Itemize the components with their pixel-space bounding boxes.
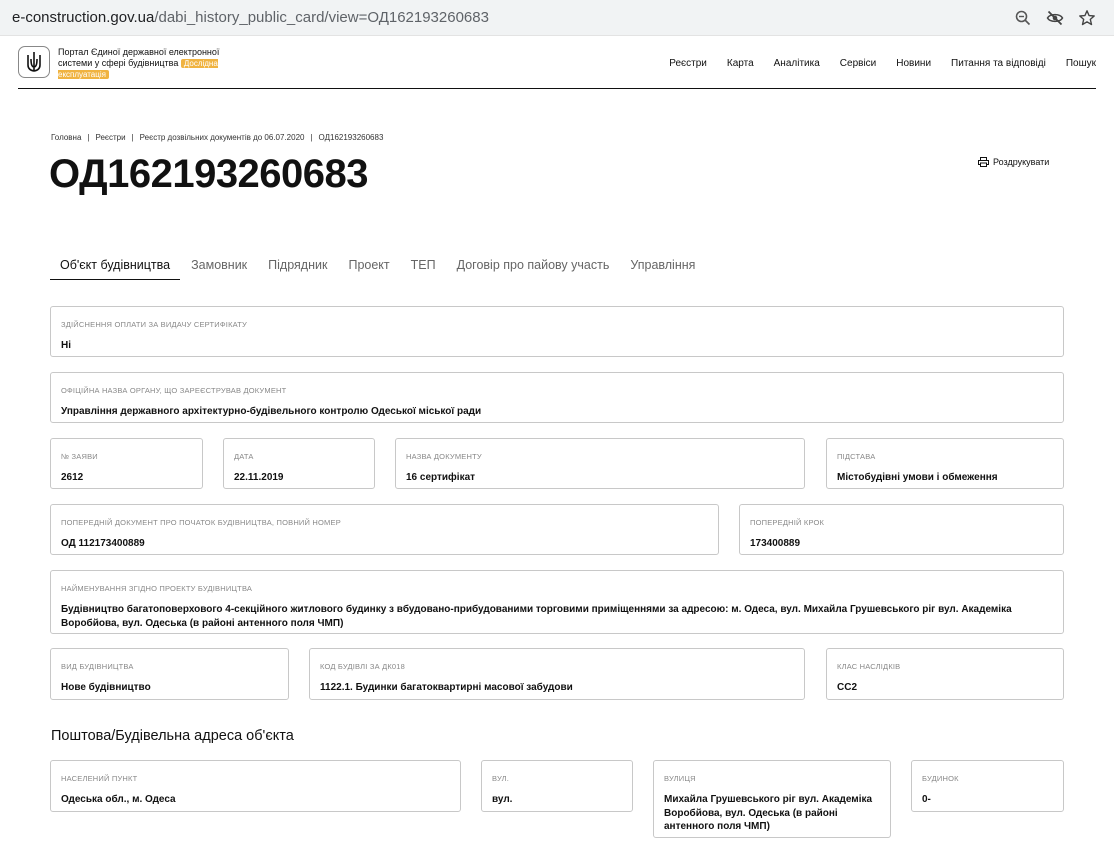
- field-value: Управління державного архітектурно-будів…: [61, 406, 482, 417]
- print-button[interactable]: Роздрукувати: [978, 157, 1049, 167]
- url-path: /dabi_history_public_card/view=ОД1621932…: [154, 9, 489, 26]
- browser-address-bar[interactable]: e-construction.gov.ua/dabi_history_publi…: [0, 0, 1114, 36]
- project-name-field: Найменування згідно проекту будівництва …: [50, 570, 1064, 634]
- basis-field: Підстава Містобудівні умови і обмеження: [826, 438, 1064, 489]
- field-label: Вул.: [492, 774, 510, 783]
- breadcrumb-current: ОД162193260683: [318, 133, 384, 142]
- field-label: Офіційна назва органу, що зареєстрував д…: [61, 386, 287, 395]
- payment-field: Здійснення оплати за видачу сертифікату …: [50, 306, 1064, 357]
- field-value: ОД 112173400889: [61, 538, 145, 549]
- field-label: Вид будівництва: [61, 662, 134, 671]
- nav-map[interactable]: Карта: [727, 58, 754, 69]
- address-section-title: Поштова/Будівельна адреса об'єкта: [51, 728, 294, 744]
- main-nav: Реєстри Карта Аналітика Сервіси Новини П…: [649, 58, 1096, 69]
- street-field: Вулиця Михайла Грушевського ріг вул. Ака…: [653, 760, 891, 838]
- breadcrumb-home[interactable]: Головна: [51, 133, 81, 142]
- trident-logo-icon[interactable]: [18, 46, 50, 78]
- field-label: Клас наслідків: [837, 662, 901, 671]
- field-value: Ні: [61, 340, 71, 351]
- field-label: № заяви: [61, 452, 98, 461]
- field-value: 16 сертифікат: [406, 472, 476, 483]
- zoom-icon[interactable]: [1014, 9, 1032, 27]
- date-field: Дата 22.11.2019: [223, 438, 375, 489]
- field-value: 1122.1. Будинки багатоквартирні масової …: [320, 682, 573, 693]
- locality-field: Населений пункт Одеська обл., м. Одеса: [50, 760, 461, 812]
- document-name-field: Назва документу 16 сертифікат: [395, 438, 805, 489]
- bookmark-star-icon[interactable]: [1078, 9, 1096, 27]
- field-value: 2612: [61, 472, 84, 483]
- tab-project[interactable]: Проект: [338, 256, 399, 280]
- tab-management[interactable]: Управління: [620, 256, 705, 280]
- site-header: Портал Єдиної державної електронної сист…: [18, 44, 1096, 89]
- field-label: Найменування згідно проекту будівництва: [61, 584, 253, 593]
- field-value: 173400889: [750, 538, 801, 549]
- breadcrumb-permit-registry[interactable]: Реєстр дозвільних документів до 06.07.20…: [140, 133, 305, 142]
- building-number-field: Будинок 0-: [911, 760, 1064, 812]
- breadcrumb-registries[interactable]: Реєстри: [95, 133, 125, 142]
- field-label: Попередній документ про початок будівниц…: [61, 518, 341, 527]
- field-value: СС2: [837, 682, 858, 693]
- field-value: Містобудівні умови і обмеження: [837, 472, 998, 483]
- nav-analytics[interactable]: Аналітика: [774, 58, 820, 69]
- field-label: Населений пункт: [61, 774, 138, 783]
- authority-field: Офіційна назва органу, що зареєстрував д…: [50, 372, 1064, 423]
- field-value: 0-: [922, 794, 931, 805]
- construction-type-field: Вид будівництва Нове будівництво: [50, 648, 289, 700]
- field-label: Назва документу: [406, 452, 482, 461]
- field-label: Попередній крок: [750, 518, 825, 527]
- nav-search[interactable]: Пошук: [1066, 58, 1096, 69]
- page-title: ОД162193260683: [49, 152, 369, 196]
- field-value: Нове будівництво: [61, 682, 151, 693]
- tab-tep[interactable]: ТЕП: [401, 256, 446, 280]
- url-host: e-construction.gov.ua: [12, 9, 155, 26]
- consequence-class-field: Клас наслідків СС2: [826, 648, 1064, 700]
- field-value: Михайла Грушевського ріг вул. Академіка …: [664, 794, 873, 832]
- field-label: Підстава: [837, 452, 876, 461]
- tab-share-agreement[interactable]: Договір про пайову участь: [447, 256, 620, 280]
- nav-registries[interactable]: Реєстри: [669, 58, 707, 69]
- nav-services[interactable]: Сервіси: [840, 58, 876, 69]
- field-label: Дата: [234, 452, 254, 461]
- breadcrumb: Головна | Реєстри | Реєстр дозвільних докуме…: [51, 133, 384, 142]
- portal-title[interactable]: Портал Єдиної державної електронної сист…: [58, 47, 228, 81]
- url-text[interactable]: e-construction.gov.ua/dabi_history_publi…: [12, 9, 489, 26]
- street-type-field: Вул. вул.: [481, 760, 633, 812]
- tab-object[interactable]: Об'єкт будівництва: [50, 256, 181, 280]
- field-value: Будівництво багатоповерхового 4-секційно…: [61, 604, 1012, 629]
- field-label: Код будівлі за ДК018: [320, 662, 406, 671]
- application-number-field: № заяви 2612: [50, 438, 203, 489]
- tab-contractor[interactable]: Підрядник: [258, 256, 337, 280]
- tab-customer[interactable]: Замовник: [181, 256, 257, 280]
- field-label: Будинок: [922, 774, 959, 783]
- field-label: Здійснення оплати за видачу сертифікату: [61, 320, 247, 329]
- tracking-protection-icon[interactable]: [1046, 9, 1064, 27]
- nav-news[interactable]: Новини: [896, 58, 931, 69]
- previous-document-field: Попередній документ про початок будівниц…: [50, 504, 719, 555]
- field-value: 22.11.2019: [234, 472, 284, 483]
- dk018-code-field: Код будівлі за ДК018 1122.1. Будинки баг…: [309, 648, 805, 700]
- field-value: вул.: [492, 794, 513, 805]
- tab-bar: Об'єкт будівництва Замовник Підрядник Пр…: [50, 256, 706, 280]
- field-label: Вулиця: [664, 774, 696, 783]
- field-value: Одеська обл., м. Одеса: [61, 794, 176, 805]
- print-label: Роздрукувати: [993, 157, 1050, 167]
- previous-step-field: Попередній крок 173400889: [739, 504, 1064, 555]
- printer-icon: [978, 157, 989, 167]
- nav-faq[interactable]: Питання та відповіді: [951, 58, 1046, 69]
